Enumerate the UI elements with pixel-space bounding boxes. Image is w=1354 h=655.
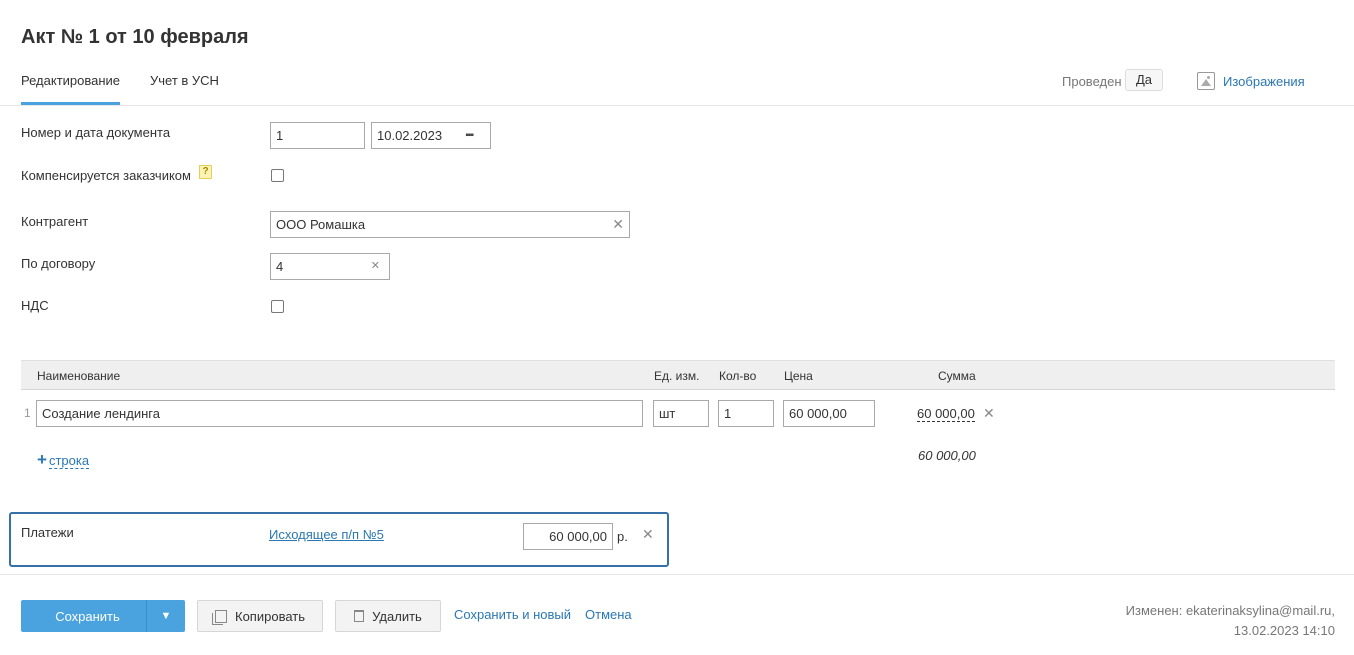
doc-number-label: Номер и дата документа [21,125,171,140]
clear-contract-icon[interactable]: ✕ [371,254,380,279]
save-button[interactable]: Сохранить ▼ [21,600,185,632]
contract-input[interactable]: 4 ✕ [270,253,390,280]
col-price: Цена [784,369,813,383]
delete-button-label: Удалить [372,608,422,624]
tabs-divider [0,105,1354,106]
item-sum[interactable]: 60 000,00 [917,406,975,422]
doc-date-value: 10.02.2023 [377,128,443,143]
posted-label: Проведен [1062,74,1122,89]
item-unit-input[interactable]: шт [653,400,709,427]
chevron-down-icon[interactable]: ▼ [147,610,185,622]
items-total: 60 000,00 [918,448,976,463]
images-link[interactable]: Изображения [1197,72,1305,90]
vat-label: НДС [21,298,49,313]
counterparty-value: ООО Ромашка [276,217,366,232]
cancel-link[interactable]: Отмена [585,607,632,622]
payments-label: Платежи [21,525,74,540]
contract-label: По договору [21,256,96,271]
payment-doc-link[interactable]: Исходящее п/п №5 [269,527,384,542]
row-number: 1 [24,406,31,420]
tab-usn-accounting[interactable]: Учет в УСН [150,73,219,88]
remove-payment-icon[interactable]: ✕ [642,526,654,543]
col-sum: Сумма [938,369,976,383]
calendar-icon[interactable]: ▪▪▪ [465,123,474,148]
clear-counterparty-icon[interactable]: ✕ [612,212,624,237]
col-unit: Ед. изм. [654,369,700,383]
col-name: Наименование [37,369,121,383]
compensated-checkbox[interactable] [271,169,284,182]
last-modified-info: Изменен: ekaterinaksylina@mail.ru, 13.02… [1126,601,1335,641]
add-row-button[interactable]: + строка [37,450,90,470]
payment-amount-input[interactable]: 60 000,00 [523,523,613,550]
copy-button[interactable]: Копировать [197,600,323,632]
delete-button[interactable]: Удалить [335,600,441,632]
item-qty-input[interactable]: 1 [718,400,774,427]
copy-button-label: Копировать [235,608,305,624]
images-link-label: Изображения [1223,73,1305,89]
last-modified-user: Изменен: ekaterinaksylina@mail.ru, [1125,603,1335,618]
counterparty-input[interactable]: ООО Ромашка ✕ [270,211,630,238]
delete-row-icon[interactable]: ✕ [983,405,995,422]
last-modified-date: 13.02.2023 14:10 [1233,623,1335,638]
plus-icon: + [37,450,47,469]
image-icon [1197,72,1215,90]
item-name-input[interactable]: Создание лендинга [36,400,643,427]
item-price-input[interactable]: 60 000,00 [783,400,875,427]
doc-number-input[interactable]: 1 [270,122,365,149]
vat-checkbox[interactable] [271,300,284,313]
counterparty-label: Контрагент [21,214,89,229]
add-row-label: строка [48,453,90,469]
save-button-label: Сохранить [55,608,120,624]
page-title: Акт № 1 от 10 февраля [21,26,249,48]
trash-icon [354,610,365,622]
doc-date-input[interactable]: 10.02.2023 ▪▪▪ [371,122,491,149]
tab-editing[interactable]: Редактирование [21,73,120,88]
items-table-header: Наименование Ед. изм. Кол-во Цена Сумма [21,360,1335,390]
contract-value: 4 [276,259,284,274]
save-and-new-link[interactable]: Сохранить и новый [454,607,571,622]
col-qty: Кол-во [719,369,757,383]
copy-icon [212,609,227,625]
payment-currency: р. [617,529,628,544]
footer-divider [0,574,1354,575]
posted-toggle[interactable]: Да [1125,69,1163,91]
help-icon[interactable]: ? [199,165,212,179]
compensated-label: Компенсируется заказчиком [21,168,191,183]
